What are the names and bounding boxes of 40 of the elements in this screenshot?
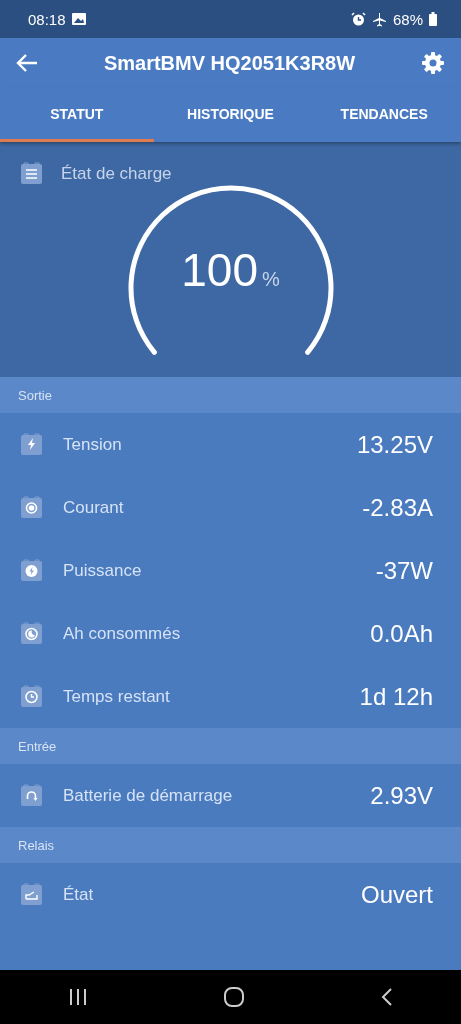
back-icon[interactable]	[381, 987, 394, 1007]
section-header: Relais	[18, 837, 55, 853]
metric-value: Ouvert	[360, 880, 433, 909]
alarm-icon	[350, 11, 366, 27]
metric-label: Ah consommés	[63, 623, 182, 644]
back-arrow-icon[interactable]	[16, 53, 38, 73]
metric-value: 2.93V	[370, 781, 433, 810]
section-header: Entrée	[18, 738, 57, 754]
tab[interactable]: TENDANCES	[307, 88, 461, 142]
clock-icon	[20, 685, 43, 708]
battery-icon	[429, 12, 437, 26]
metric-value: 1d 12h	[359, 682, 433, 711]
home-icon[interactable]	[223, 986, 246, 1008]
tab[interactable]: HISTORIQUE	[153, 88, 308, 142]
battery-percent: 68%	[392, 10, 423, 28]
metric-value: -37W	[375, 556, 433, 585]
charge-value: 100	[181, 243, 258, 297]
moon-icon	[20, 622, 43, 645]
recent-apps-icon[interactable]	[67, 988, 88, 1006]
ring-icon	[20, 496, 43, 519]
open-switch-icon	[20, 883, 43, 906]
charge-unit: %	[261, 268, 280, 291]
status-time: 08:18	[28, 10, 66, 28]
menu-icon	[20, 162, 43, 185]
bolt-icon	[20, 433, 43, 456]
app-title: SmartBMV HQ2051K3R8W	[102, 51, 357, 75]
metric-label: Batterie de démarrage	[63, 785, 234, 806]
metric-label: État	[63, 884, 95, 905]
metric-label: Temps restant	[63, 686, 171, 707]
metric-value: -2.83A	[362, 493, 433, 522]
charge-state-label: État de charge	[61, 163, 172, 184]
image-icon	[71, 13, 86, 25]
section-header: Sortie	[18, 387, 52, 403]
metric-label: Tension	[63, 434, 123, 455]
metric-value: 13.25V	[356, 430, 433, 459]
metric-label: Courant	[63, 497, 125, 518]
metric-label: Puissance	[63, 560, 143, 581]
metric-value: 0.0Ah	[370, 619, 433, 648]
settings-icon[interactable]	[421, 51, 445, 75]
airplane-icon	[371, 11, 387, 27]
